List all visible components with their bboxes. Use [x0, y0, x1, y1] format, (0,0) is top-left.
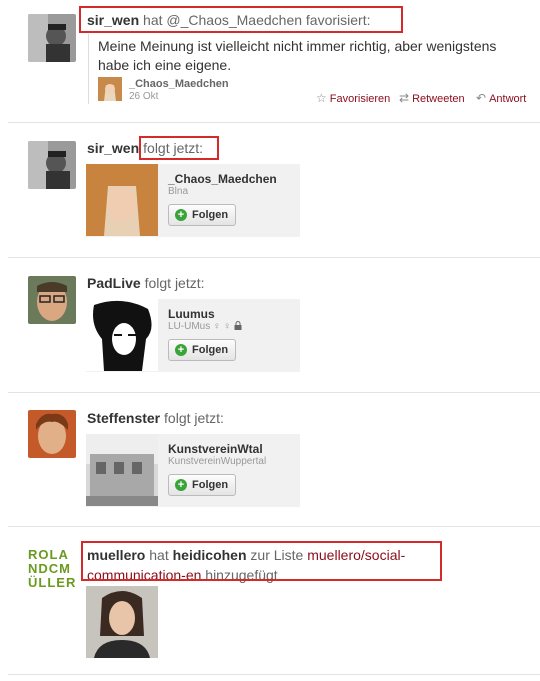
divider — [8, 122, 540, 123]
action-text: folgt jetzt: — [164, 410, 224, 426]
plus-icon: + — [175, 479, 187, 491]
plus-icon: + — [175, 344, 187, 356]
retweet-button[interactable]: ⇄ Retweeten — [399, 91, 465, 105]
user-card: KunstvereinWtal KunstvereinWuppertal + F… — [86, 434, 300, 507]
highlight-box — [81, 541, 442, 581]
follow-button[interactable]: + Folgen — [168, 204, 236, 226]
card-avatar[interactable] — [86, 434, 158, 506]
card-subtitle: Blna — [168, 186, 189, 197]
author-name[interactable]: _Chaos_Maedchen — [129, 78, 229, 90]
follow-button[interactable]: + Folgen — [168, 339, 236, 361]
highlight-box — [139, 136, 219, 160]
quote-bar — [88, 34, 89, 104]
reply-icon: ↶ — [476, 91, 487, 105]
divider — [8, 392, 540, 393]
user-card: _Chaos_Maedchen Blna + Folgen — [86, 164, 300, 237]
divider — [8, 257, 540, 258]
avatar-steffenster[interactable] — [28, 410, 76, 458]
card-name[interactable]: _Chaos_Maedchen — [168, 172, 277, 186]
user-link[interactable]: PadLive — [87, 275, 141, 291]
plus-icon: + — [175, 209, 187, 221]
logo-avatar[interactable]: ROLA NDCM ÜLLER — [28, 548, 78, 590]
lock-icon — [234, 321, 242, 333]
highlight-box — [79, 6, 403, 33]
list-member-avatar[interactable] — [86, 586, 158, 658]
avatar-padlive[interactable] — [28, 276, 76, 324]
card-avatar[interactable] — [86, 164, 158, 236]
user-link[interactable]: Steffenster — [87, 410, 160, 426]
divider — [8, 526, 540, 527]
avatar-sir-wen[interactable] — [28, 141, 76, 189]
activity-line-4: Steffenster folgt jetzt: — [87, 410, 224, 426]
reply-button[interactable]: ↶ Antwort — [476, 91, 526, 105]
activity-line-3: PadLive folgt jetzt: — [87, 275, 205, 291]
user-card: Luumus LU-UMus ♀ ♀ + Folgen — [86, 299, 300, 372]
star-icon: ☆ — [316, 91, 327, 105]
avatar-sir-wen[interactable] — [28, 14, 76, 62]
divider — [8, 674, 540, 675]
author-avatar[interactable] — [98, 77, 122, 101]
card-subtitle: LU-UMus ♀ ♀ — [168, 321, 242, 333]
retweet-icon: ⇄ — [399, 91, 410, 105]
card-name[interactable]: Luumus — [168, 307, 215, 321]
card-subtitle: KunstvereinWuppertal — [168, 456, 267, 467]
card-name[interactable]: KunstvereinWtal — [168, 442, 263, 456]
action-text: folgt jetzt: — [144, 275, 205, 291]
tweet-text: Meine Meinung ist vielleicht nicht immer… — [98, 38, 497, 73]
favorite-button[interactable]: ☆ Favorisieren — [316, 91, 390, 105]
tweet-date[interactable]: 26 Okt — [129, 91, 158, 102]
follow-button[interactable]: + Folgen — [168, 474, 236, 496]
user-link[interactable]: sir_wen — [87, 140, 139, 156]
card-avatar[interactable] — [86, 299, 158, 371]
